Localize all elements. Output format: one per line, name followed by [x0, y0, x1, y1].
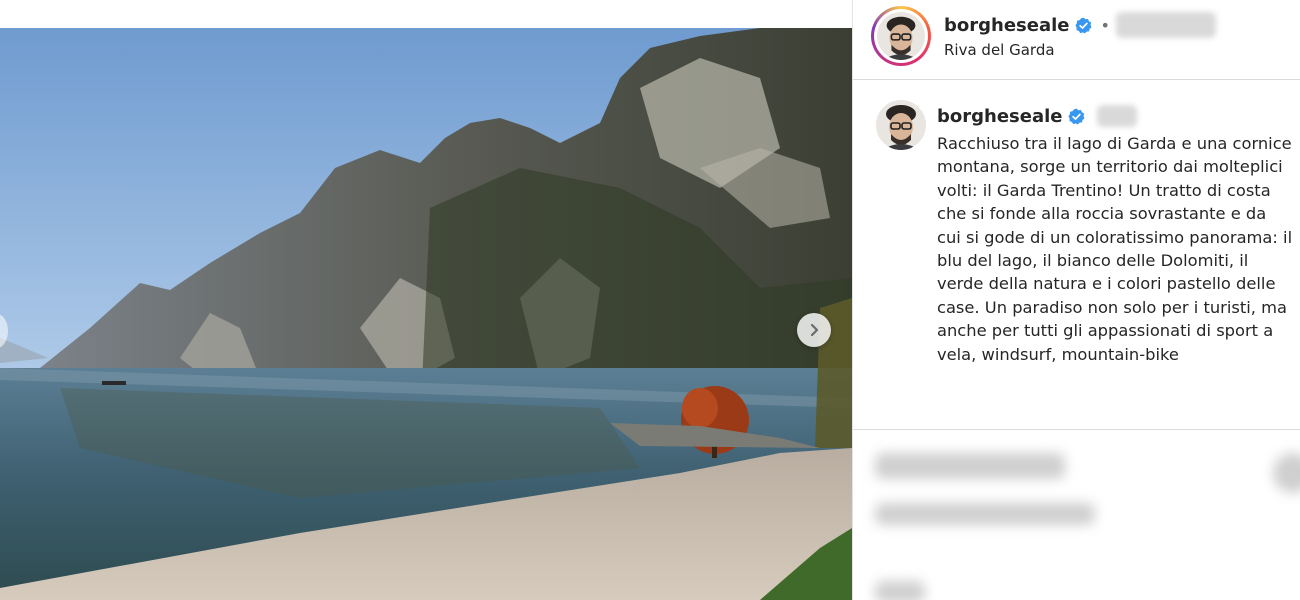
caption-user-row: borgheseale [937, 104, 1138, 128]
blurred-comment-line [875, 503, 1095, 525]
chevron-right-icon [810, 323, 819, 337]
caption-username-link[interactable]: borgheseale [937, 106, 1062, 127]
post-photo[interactable] [0, 28, 852, 600]
caption-timestamp-blurred [1097, 105, 1138, 127]
verified-badge-icon [1075, 17, 1092, 33]
caption-avatar[interactable] [876, 100, 926, 150]
next-photo-button[interactable] [797, 313, 831, 347]
comments-section-blurred [853, 431, 1300, 600]
post-header: borgheseale • Riva del Garda [853, 0, 1300, 80]
blurred-comment-line [875, 581, 925, 600]
lake-mountain-photo [0, 28, 852, 600]
header-user-row: borgheseale • [944, 12, 1216, 38]
username-link[interactable]: borgheseale [944, 15, 1069, 36]
story-ring-avatar[interactable] [871, 6, 931, 66]
separator-dot: • [1100, 15, 1110, 35]
blurred-comment-line [1273, 453, 1300, 493]
follow-button-blurred[interactable] [1115, 12, 1216, 38]
caption-text: Racchiuso tra il lago di Garda e una cor… [937, 134, 1293, 364]
blurred-comment-line [875, 453, 1065, 479]
post-caption: borgheseale Racchiuso tra il lago di Gar… [853, 80, 1300, 430]
avatar [877, 12, 925, 60]
post-side-panel: borgheseale • Riva del Garda borgheseale [852, 0, 1300, 600]
location-link[interactable]: Riva del Garda [944, 41, 1055, 59]
verified-badge-icon [1068, 108, 1085, 124]
